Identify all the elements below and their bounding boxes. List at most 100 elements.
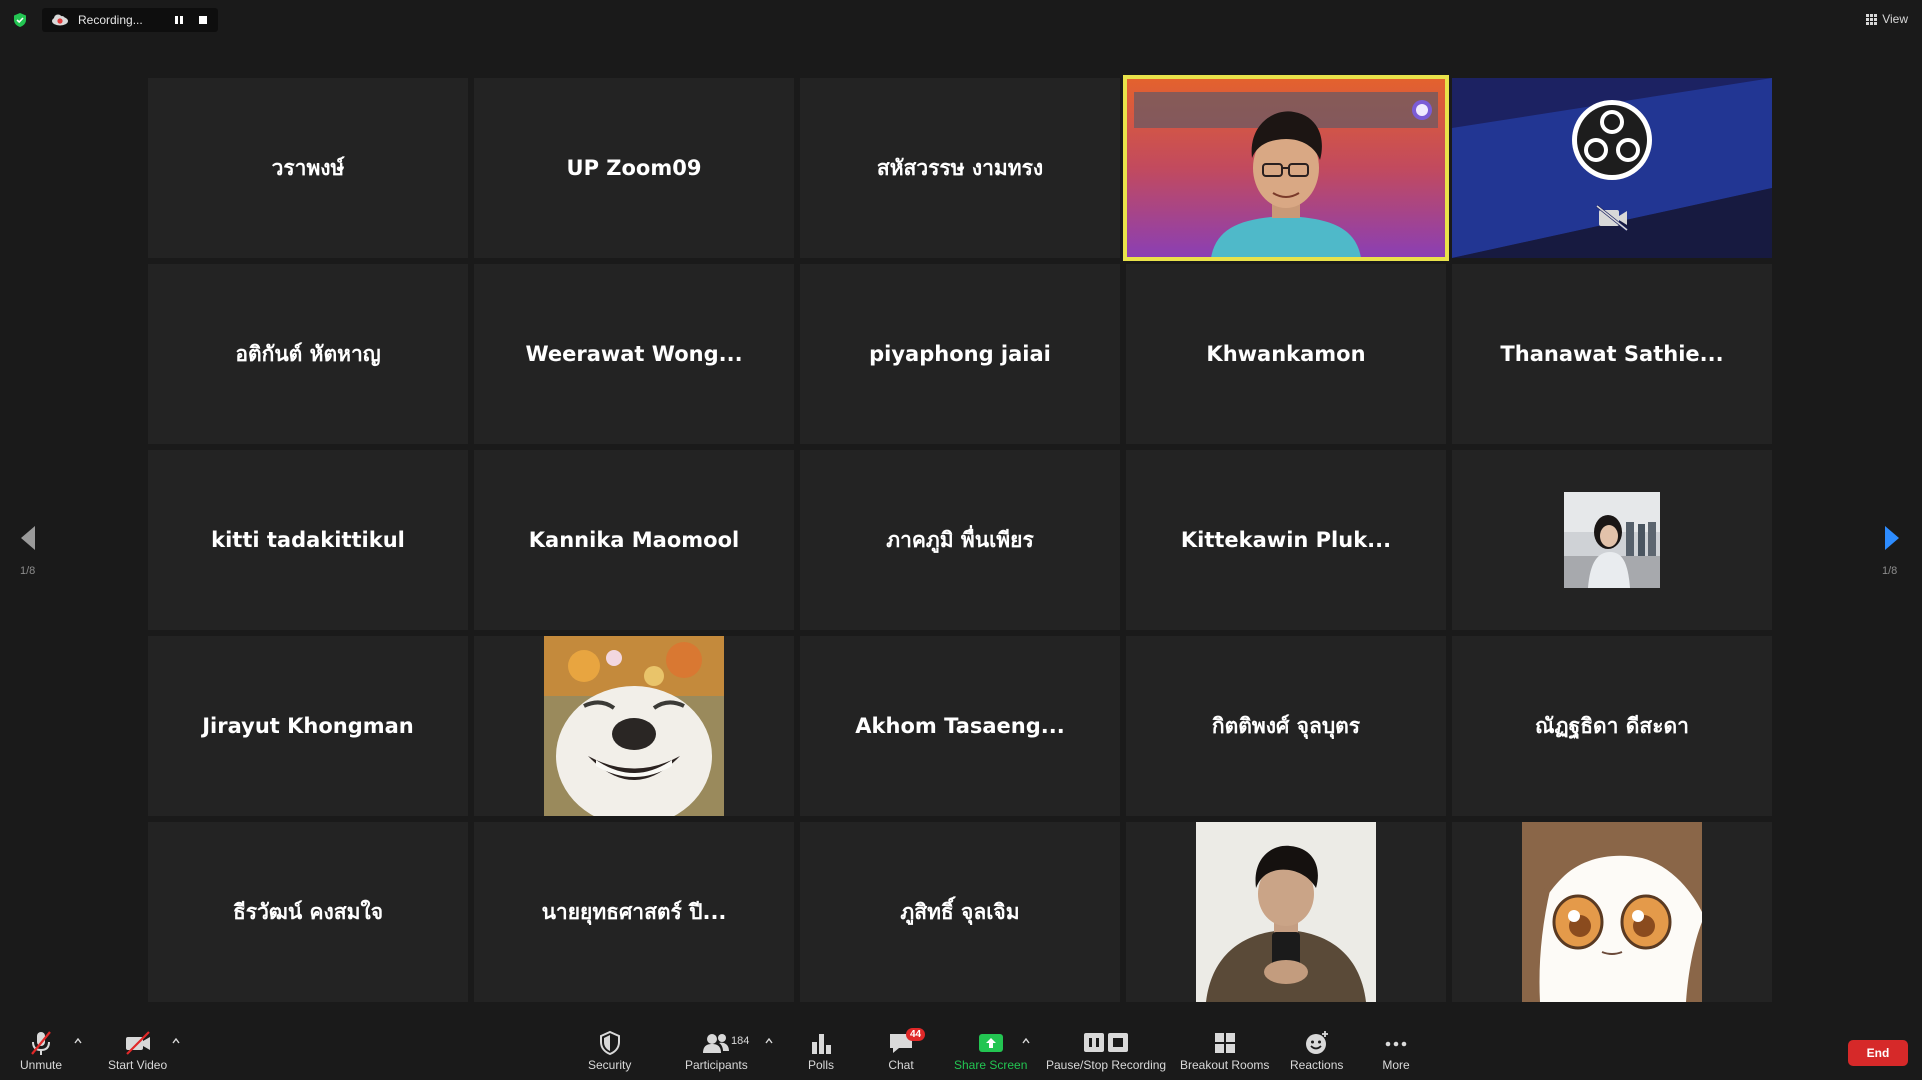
participant-name: นายยุทธศาสตร์ ปี...: [541, 899, 727, 924]
page-indicator-left: 1/8: [20, 565, 36, 577]
start-video-button[interactable]: Start Video: [108, 1030, 167, 1072]
participant-tile[interactable]: สหัสวรรษ งามทรง: [800, 78, 1120, 258]
pause-recording-icon[interactable]: [174, 15, 184, 25]
meeting-toolbar: Unmute Start Video Security Participants…: [0, 1018, 1922, 1080]
participant-tile-photo[interactable]: [474, 636, 794, 816]
reactions-label: Reactions: [1290, 1058, 1344, 1072]
participant-name: Akhom Tasaeng...: [855, 714, 1065, 738]
unmute-label: Unmute: [20, 1058, 63, 1072]
obs-virtual-camera: [1452, 78, 1772, 258]
active-speaker-video-tile[interactable]: [1123, 75, 1449, 261]
reactions-button[interactable]: Reactions: [1290, 1030, 1343, 1072]
participant-tile[interactable]: kitti tadakittikul: [148, 450, 468, 630]
participant-tile[interactable]: ธีรวัฒน์ คงสมใจ: [148, 822, 468, 1002]
profile-photo-girl: [1564, 492, 1660, 588]
page-indicator-right: 1/8: [1882, 565, 1898, 577]
participant-name: Jirayut Khongman: [202, 714, 414, 738]
unmute-button[interactable]: Unmute: [20, 1030, 62, 1072]
share-screen-arrow-icon: [978, 1034, 1003, 1052]
participant-name: อติกันต์ หัตหาญ: [235, 341, 381, 366]
participant-name: กิตติพงศ์ จุลบุตร: [1211, 713, 1361, 738]
pause-stop-recording-label: Pause/Stop Recording: [1046, 1058, 1167, 1072]
participant-name: kitti tadakittikul: [211, 528, 405, 552]
participant-tile[interactable]: ภูสิทธิ์ จุลเจิม: [800, 822, 1120, 1002]
participant-tile[interactable]: Weerawat Wong...: [474, 264, 794, 444]
participant-tile[interactable]: Kittekawin Pluk...: [1126, 450, 1446, 630]
participant-name: Thanawat Sathie...: [1500, 342, 1724, 366]
start-video-label: Start Video: [108, 1058, 168, 1072]
participant-tile[interactable]: Thanawat Sathie...: [1452, 264, 1772, 444]
recording-indicator: Recording...: [42, 8, 218, 32]
participants-options-caret-icon[interactable]: [765, 1038, 773, 1044]
participant-tile[interactable]: ณัฏฐธิดา ดีสะดา: [1452, 636, 1772, 816]
chat-unread-badge: 44: [906, 1028, 926, 1041]
video-options-caret-icon[interactable]: [172, 1038, 180, 1044]
pause-stop-recording-icon: [1084, 1033, 1129, 1052]
breakout-rooms-grid-icon: [1214, 1033, 1235, 1053]
participant-tile[interactable]: วราพงษ์: [148, 78, 468, 258]
participant-tile[interactable]: Khwankamon: [1126, 264, 1446, 444]
security-shield-icon[interactable]: [12, 12, 28, 28]
presenter-video: [1126, 78, 1446, 258]
participant-tile-photo[interactable]: [1126, 822, 1446, 1002]
reactions-smiley-icon: [1305, 1031, 1328, 1054]
microphone-muted-icon: [31, 1031, 51, 1055]
participant-tile[interactable]: Akhom Tasaeng...: [800, 636, 1120, 816]
polls-button[interactable]: Polls: [807, 1030, 835, 1072]
camera-off-icon: [125, 1031, 150, 1055]
more-ellipsis-icon: [1385, 1041, 1407, 1047]
participant-name: UP Zoom09: [566, 156, 702, 180]
recording-label: Recording...: [78, 13, 143, 27]
participant-name: piyaphong jaiai: [869, 342, 1051, 366]
more-label: More: [1382, 1058, 1410, 1072]
next-page-arrow-icon[interactable]: [1883, 524, 1901, 552]
security-label: Security: [588, 1058, 632, 1072]
participant-name: Weerawat Wong...: [525, 342, 743, 366]
chat-label: Chat: [888, 1058, 914, 1072]
pause-stop-recording-button[interactable]: Pause/Stop Recording: [1046, 1030, 1166, 1072]
participant-gallery: วราพงษ์ UP Zoom09 สหัสวรรษ งามทรง อติกัน…: [148, 75, 1772, 1002]
participant-tile-obs[interactable]: [1452, 78, 1772, 258]
breakout-rooms-label: Breakout Rooms: [1180, 1058, 1270, 1072]
previous-page-arrow-icon[interactable]: [19, 524, 37, 552]
obs-logo-icon: [1572, 100, 1652, 180]
participant-tile[interactable]: อติกันต์ หัตหาญ: [148, 264, 468, 444]
participants-icon: [703, 1034, 730, 1053]
end-meeting-button[interactable]: End: [1848, 1040, 1908, 1066]
participant-name: ภูสิทธิ์ จุลเจิม: [900, 899, 1020, 924]
participant-name: Khwankamon: [1206, 342, 1366, 366]
stop-recording-icon[interactable]: [198, 15, 208, 25]
participant-name: สหัสวรรษ งามทรง: [876, 155, 1044, 180]
breakout-rooms-button[interactable]: Breakout Rooms: [1180, 1030, 1269, 1072]
share-screen-button[interactable]: Share Screen: [954, 1030, 1027, 1072]
participants-count: 184: [731, 1035, 750, 1047]
cloud-recording-icon: [52, 14, 68, 26]
participant-tile[interactable]: กิตติพงศ์ จุลบุตร: [1126, 636, 1446, 816]
participant-name: ณัฏฐธิดา ดีสะดา: [1535, 713, 1689, 738]
security-shield-icon: [599, 1030, 620, 1056]
share-screen-label: Share Screen: [954, 1058, 1028, 1072]
participant-tile-photo[interactable]: [1452, 450, 1772, 630]
more-button[interactable]: More: [1382, 1030, 1410, 1072]
view-button[interactable]: View: [1866, 12, 1908, 26]
participant-name: วราพงษ์: [271, 155, 345, 180]
participant-tile[interactable]: นายยุทธศาสตร์ ปี...: [474, 822, 794, 1002]
participant-tile[interactable]: UP Zoom09: [474, 78, 794, 258]
view-label: View: [1882, 12, 1908, 26]
participant-tile[interactable]: Kannika Maomool: [474, 450, 794, 630]
participant-tile[interactable]: Jirayut Khongman: [148, 636, 468, 816]
profile-photo-smiling-dog: [544, 636, 724, 816]
profile-photo-boy-selfie: [1196, 822, 1376, 1002]
participant-name: ธีรวัฒน์ คงสมใจ: [232, 899, 384, 924]
polls-bar-chart-icon: [812, 1034, 831, 1054]
participant-tile[interactable]: ภาคภูมิ พื่นเพียร: [800, 450, 1120, 630]
polls-label: Polls: [807, 1058, 834, 1072]
security-button[interactable]: Security: [588, 1030, 631, 1072]
audio-options-caret-icon[interactable]: [74, 1038, 82, 1044]
participant-tile[interactable]: piyaphong jaiai: [800, 264, 1120, 444]
participant-tile-photo[interactable]: [1452, 822, 1772, 1002]
participants-label: Participants: [685, 1058, 748, 1072]
share-options-caret-icon[interactable]: [1022, 1038, 1030, 1044]
profile-anime-avatar: [1522, 822, 1702, 1002]
participant-name: Kannika Maomool: [528, 528, 740, 552]
